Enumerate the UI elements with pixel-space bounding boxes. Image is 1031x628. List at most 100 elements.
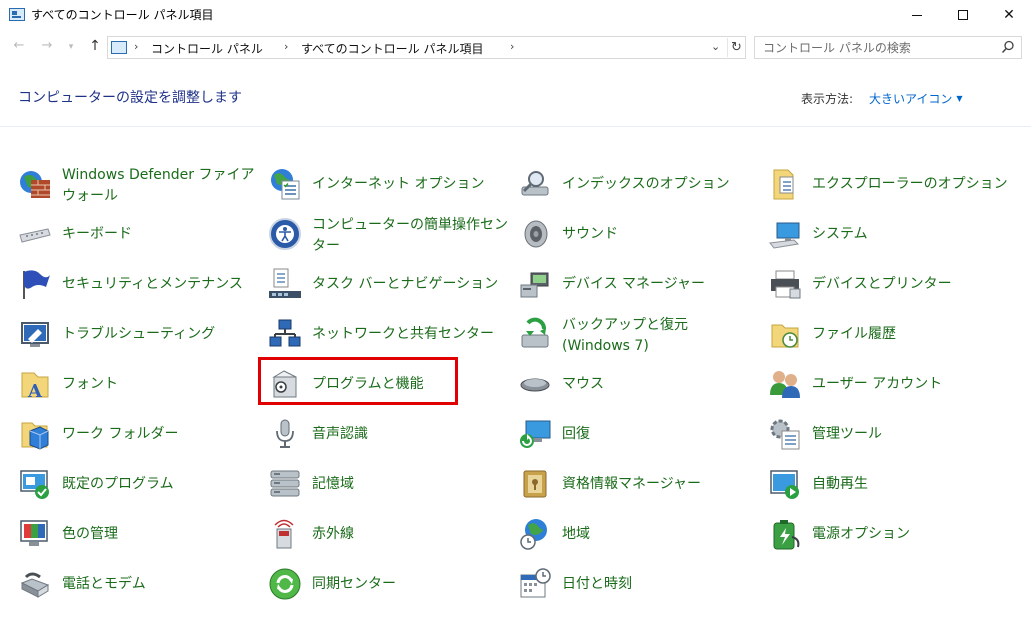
item-autoplay[interactable]: 自動再生 [768, 465, 1008, 511]
item-label[interactable]: 色の管理 [62, 524, 258, 545]
item-sync-center[interactable]: 同期センター [268, 565, 508, 611]
item-label[interactable]: Windows Defender ファイアウォール [62, 165, 258, 207]
address-bar[interactable]: › コントロール パネル › すべてのコントロール パネル項目 › ⌄ ↻ [107, 36, 746, 59]
troubleshooting-icon [21, 322, 49, 347]
item-label[interactable]: 回復 [562, 424, 758, 445]
close-button[interactable]: ✕ [986, 0, 1031, 30]
item-label[interactable]: ネットワークと共有センター [312, 324, 508, 345]
item-label[interactable]: デバイスとプリンター [812, 274, 1008, 295]
item-file-history[interactable]: ファイル履歴 [768, 315, 1008, 361]
item-label[interactable]: 記憶域 [312, 474, 508, 495]
breadcrumb-separator-icon[interactable]: › [134, 40, 138, 53]
item-device-manager[interactable]: デバイス マネージャー [518, 265, 758, 311]
maximize-button[interactable] [940, 0, 986, 30]
file-history-icon [771, 324, 799, 348]
item-storage-spaces[interactable]: 記憶域 [268, 465, 508, 511]
item-label[interactable]: バックアップと復元 (Windows 7) [562, 315, 758, 357]
item-administrative-tools[interactable]: 管理ツール [768, 415, 1008, 461]
item-taskbar[interactable]: タスク バーとナビゲーション [268, 265, 508, 311]
item-label[interactable]: 管理ツール [812, 424, 1008, 445]
breadcrumb-separator-icon[interactable]: › [284, 40, 288, 53]
breadcrumb-separator-icon[interactable]: › [510, 40, 514, 53]
item-label[interactable]: 自動再生 [812, 474, 1008, 495]
back-button[interactable]: ← [10, 38, 28, 53]
item-phone-modem[interactable]: 電話とモデム [18, 565, 258, 611]
item-recovery[interactable]: 回復 [518, 415, 758, 461]
item-ease-of-access[interactable]: コンピューターの簡単操作センター [268, 215, 508, 261]
search-box[interactable] [754, 36, 1022, 59]
item-internet-options[interactable]: インターネット オプション [268, 165, 508, 211]
item-label[interactable]: 日付と時刻 [562, 574, 758, 595]
sync-icon [269, 568, 301, 600]
item-user-accounts[interactable]: ユーザー アカウント [768, 365, 1008, 411]
item-label[interactable]: 電話とモデム [62, 574, 258, 595]
item-label[interactable]: 同期センター [312, 574, 508, 595]
infrared-icon [274, 519, 294, 549]
item-label[interactable]: トラブルシューティング [62, 324, 258, 345]
item-mouse[interactable]: マウス [518, 365, 758, 411]
item-label[interactable]: セキュリティとメンテナンス [62, 274, 258, 295]
credential-manager-icon [523, 470, 547, 498]
item-credential-manager[interactable]: 資格情報マネージャー [518, 465, 758, 511]
item-security-maintenance[interactable]: セキュリティとメンテナンス [18, 265, 258, 311]
keyboard-icon [19, 228, 51, 243]
item-speech-recognition[interactable]: 音声認識 [268, 415, 508, 461]
item-label[interactable]: ファイル履歴 [812, 324, 1008, 345]
item-label[interactable]: インターネット オプション [312, 174, 508, 195]
item-label[interactable]: サウンド [562, 224, 758, 245]
item-label[interactable]: キーボード [62, 224, 258, 245]
item-label[interactable]: 既定のプログラム [62, 474, 258, 495]
search-icon[interactable] [1001, 40, 1015, 54]
item-date-time[interactable]: 日付と時刻 [518, 565, 758, 611]
item-label[interactable]: 電源オプション [812, 524, 1008, 545]
item-network-sharing[interactable]: ネットワークと共有センター [268, 315, 508, 361]
item-label[interactable]: タスク バーとナビゲーション [312, 274, 508, 295]
admin-tools-icon [770, 419, 800, 450]
item-backup-restore[interactable]: バックアップと復元 (Windows 7) [518, 315, 758, 361]
item-fonts[interactable]: A フォント [18, 365, 258, 411]
breadcrumb-control-panel[interactable]: コントロール パネル [151, 40, 263, 57]
item-label[interactable]: 資格情報マネージャー [562, 474, 758, 495]
item-label[interactable]: ワーク フォルダー [62, 424, 258, 445]
item-label[interactable]: マウス [562, 374, 758, 395]
item-region[interactable]: 地域 [518, 515, 758, 561]
forward-button[interactable]: → [38, 38, 56, 53]
item-indexing-options[interactable]: インデックスのオプション [518, 165, 758, 211]
item-explorer-options[interactable]: エクスプローラーのオプション [768, 165, 1008, 211]
item-troubleshooting[interactable]: トラブルシューティング [18, 315, 258, 361]
firewall-icon [20, 171, 50, 198]
system-icon [769, 222, 800, 249]
phone-modem-icon [20, 572, 50, 598]
item-system[interactable]: システム [768, 215, 1008, 261]
search-input[interactable] [763, 39, 993, 56]
item-power-options[interactable]: 電源オプション [768, 515, 1008, 561]
view-by-dropdown[interactable]: 大きいアイコン ▼ [869, 90, 963, 107]
minimize-button[interactable] [894, 0, 940, 30]
item-label[interactable]: 地域 [562, 524, 758, 545]
item-label[interactable]: ユーザー アカウント [812, 374, 1008, 395]
item-sound[interactable]: サウンド [518, 215, 758, 261]
item-color-management[interactable]: 色の管理 [18, 515, 258, 561]
item-label[interactable]: 赤外線 [312, 524, 508, 545]
item-label[interactable]: 音声認識 [312, 424, 508, 445]
item-infrared[interactable]: 赤外線 [268, 515, 508, 561]
item-devices-printers[interactable]: デバイスとプリンター [768, 265, 1008, 311]
item-label[interactable]: エクスプローラーのオプション [812, 174, 1008, 195]
recent-locations-button[interactable]: ▾ [62, 42, 80, 52]
item-label[interactable]: フォント [62, 374, 258, 395]
item-default-programs[interactable]: 既定のプログラム [18, 465, 258, 511]
item-label[interactable]: システム [812, 224, 1008, 245]
item-keyboard[interactable]: キーボード [18, 215, 258, 261]
breadcrumb-all-items[interactable]: すべてのコントロール パネル項目 [301, 40, 484, 57]
item-label[interactable]: デバイス マネージャー [562, 274, 758, 295]
item-label[interactable]: インデックスのオプション [562, 174, 758, 195]
up-button[interactable]: ↑ [86, 38, 104, 54]
item-work-folders[interactable]: ワーク フォルダー [18, 415, 258, 461]
item-label[interactable]: コンピューターの簡単操作センター [312, 215, 508, 257]
view-by-value[interactable]: 大きいアイコン [869, 92, 952, 106]
refresh-icon[interactable]: ↻ [727, 38, 745, 57]
address-dropdown-icon[interactable]: ⌄ [711, 40, 720, 53]
caret-down-icon[interactable]: ▼ [956, 94, 962, 103]
backup-icon [521, 317, 549, 348]
item-firewall[interactable]: Windows Defender ファイアウォール [18, 165, 258, 211]
